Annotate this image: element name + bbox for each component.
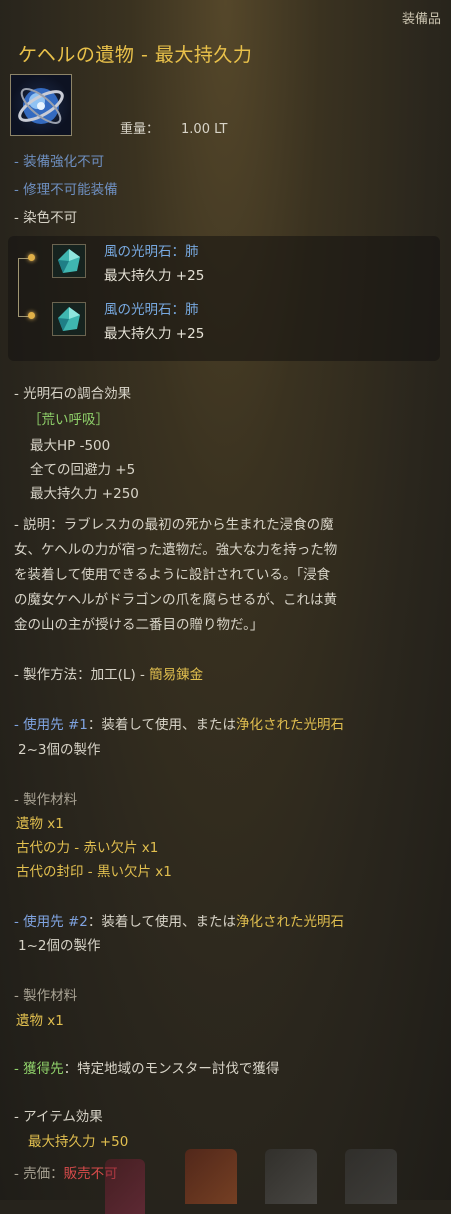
wind-crystal-icon[interactable]	[52, 244, 86, 278]
combo-label: - 光明石の調合効果	[14, 386, 132, 402]
skill-icon	[105, 1159, 145, 1214]
use-1-prefix: - 使用先 #1	[14, 717, 88, 733]
obtain-prefix: - 獲得先	[14, 1061, 64, 1077]
weight-row: 重量： 1.00 LT	[120, 118, 228, 137]
flag-no-enhance: - 装備強化不可	[14, 154, 105, 170]
use-1-line2: 2~3個の製作	[18, 742, 101, 758]
combo-stat: 最大HP -500	[30, 438, 111, 454]
socket-1-stat: 最大持久力 +25	[104, 268, 205, 284]
combo-stat: 最大持久力 +250	[30, 486, 139, 502]
relic-orb-icon	[10, 74, 72, 136]
item-tooltip: 装備品 ケヘルの遺物 - 最大持久力 重量： 1.00 LT - 装備強化不可 -…	[0, 0, 451, 1214]
weight-value: 1.00 LT	[181, 122, 228, 137]
socket-2-name: 風の光明石：肺	[104, 302, 199, 318]
weight-label: 重量：	[120, 122, 160, 137]
use-2: - 使用先 #2：装着して使用、または浄化された光明石	[14, 910, 344, 930]
craft-method-value: 簡易錬金	[149, 667, 204, 683]
item-description: - 説明：ラブレスカの最初の死から生まれた浸食の魔 女、ケヘルの力が宿った遺物だ…	[14, 513, 442, 638]
socket-1-name: 風の光明石：肺	[104, 244, 199, 260]
background-skill-bar	[0, 1145, 451, 1214]
skill-icon	[265, 1149, 317, 1204]
materials-1-label: - 製作材料	[14, 792, 78, 808]
description-line: - 説明：ラブレスカの最初の死から生まれた浸食の魔	[14, 517, 334, 533]
description-line: 女、ケヘルの力が宿った遺物だ。強大な力を持った物	[14, 542, 338, 558]
socket-dot-icon	[28, 254, 35, 261]
obtain-text: ：特定地域のモンスター討伐で獲得	[63, 1061, 280, 1077]
craft-method: - 製作方法：加工(L) - 簡易錬金	[14, 663, 203, 683]
socket-dot-icon	[28, 312, 35, 319]
wind-crystal-icon[interactable]	[52, 302, 86, 336]
material-item: 遺物 x1	[16, 816, 64, 832]
description-line: 金の山の主が授ける二番目の贈り物だ。」	[14, 617, 264, 633]
combo-stat: 全ての回避力 +5	[30, 462, 136, 478]
item-effect-label: - アイテム効果	[14, 1109, 103, 1125]
skill-icon	[345, 1149, 397, 1204]
item-category: 装備品	[401, 12, 441, 27]
flag-no-dye: - 染色不可	[14, 210, 78, 226]
material-item: 古代の封印 - 黒い欠片 x1	[16, 864, 172, 880]
description-line: を装着して使用できるように設計されている。「浸食	[14, 567, 331, 583]
description-line: の魔女ケヘルがドラゴンの爪を腐らせるが、これは黄	[14, 592, 338, 608]
use-1-highlight: 浄化された光明石	[235, 717, 344, 733]
material-item: 古代の力 - 赤い欠片 x1	[16, 840, 159, 856]
flag-no-repair: - 修理不可能装備	[14, 182, 118, 198]
use-2-line2: 1~2個の製作	[18, 938, 101, 954]
use-1: - 使用先 #1：装着して使用、または浄化された光明石	[14, 713, 344, 733]
material-item: 遺物 x1	[16, 1013, 64, 1029]
skill-icon	[185, 1149, 237, 1204]
use-2-highlight: 浄化された光明石	[235, 914, 344, 930]
use-2-prefix: - 使用先 #2	[14, 914, 88, 930]
materials-2-label: - 製作材料	[14, 988, 78, 1004]
socket-connector	[18, 258, 19, 316]
socket-2-stat: 最大持久力 +25	[104, 326, 205, 342]
obtain-info: - 獲得先：特定地域のモンスター討伐で獲得	[14, 1057, 279, 1077]
use-1-mid: ：装着して使用、または	[87, 717, 236, 733]
item-title: ケヘルの遺物 - 最大持久力	[18, 44, 253, 66]
craft-method-prefix: - 製作方法：加工(L) -	[14, 667, 150, 683]
combo-name: ［荒い呼吸］	[28, 412, 109, 428]
use-2-mid: ：装着して使用、または	[87, 914, 236, 930]
